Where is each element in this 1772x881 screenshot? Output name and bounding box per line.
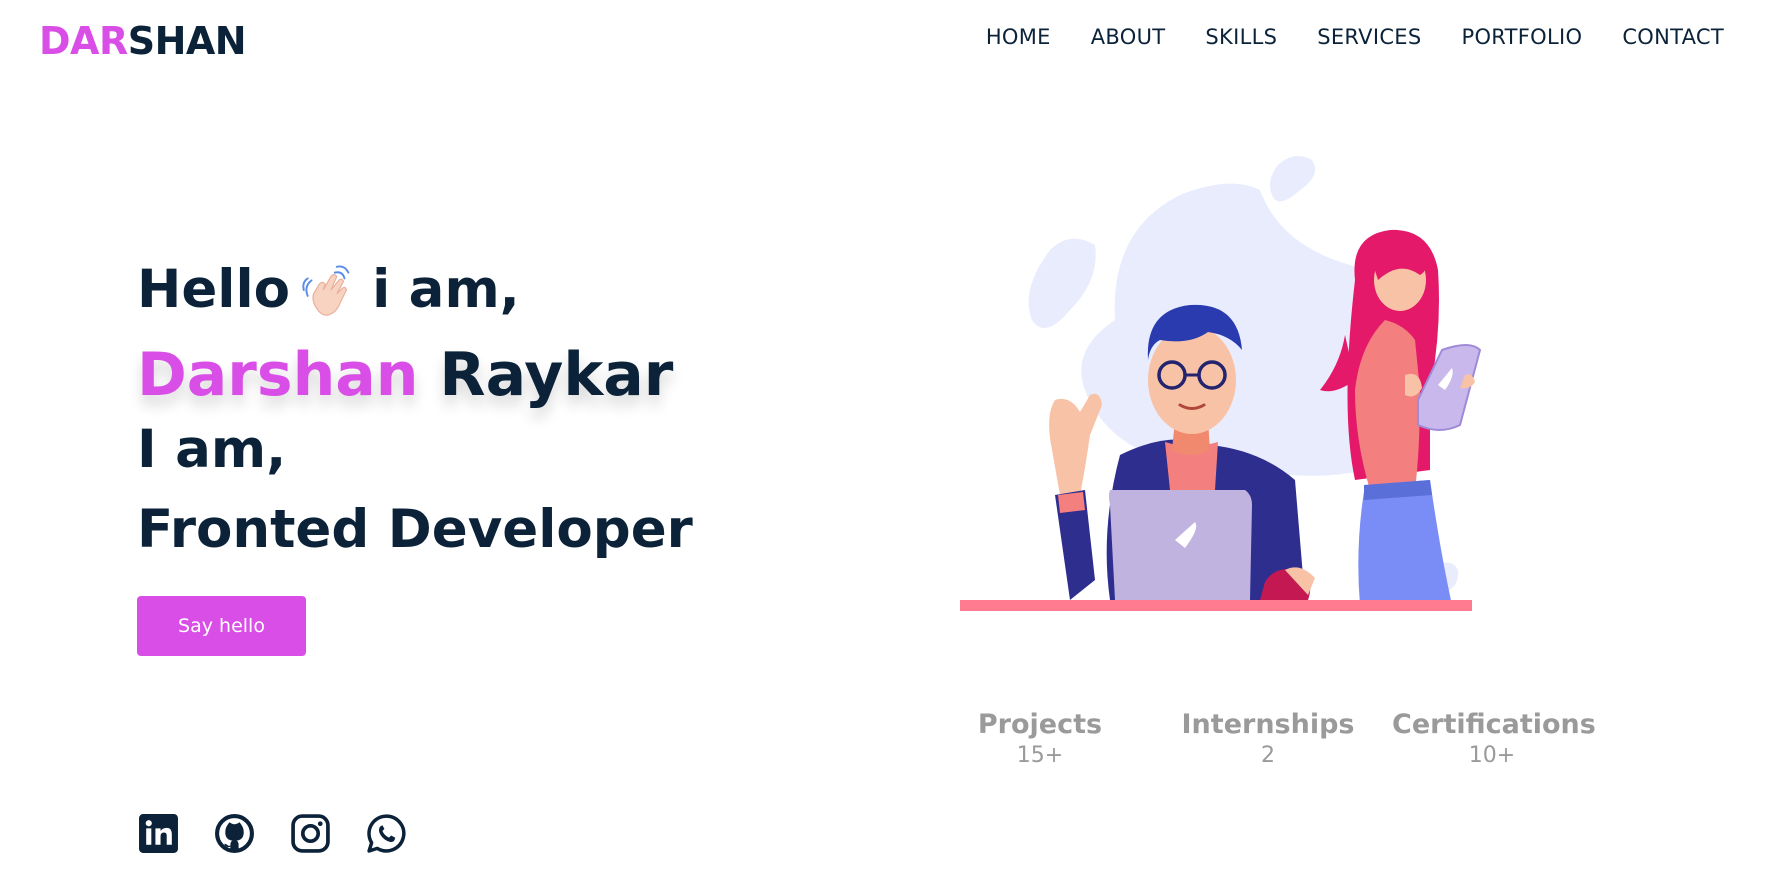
waving-hand-icon [302,265,350,317]
nav-skills[interactable]: SKILLS [1205,22,1277,52]
instagram-icon[interactable] [290,813,331,854]
stat-certifications-label: Certifications [1392,709,1596,740]
desk [960,600,1472,611]
social-links [138,813,407,854]
page: DARSHAN HOME ABOUT SKILLS SERVICES PORTF… [0,0,1772,881]
greeting-iam: i am, [372,259,520,320]
bg-blob-left [1028,238,1096,328]
name-line: Darshan Raykar [137,340,673,410]
stat-projects-value: 15+ [1016,743,1064,768]
greeting-hello: Hello [137,259,291,320]
developers-illustration [960,156,1482,611]
stat-internships-label: Internships [1181,709,1355,740]
main-nav: HOME ABOUT SKILLS SERVICES PORTFOLIO CON… [986,22,1724,52]
first-name: Darshan [137,340,419,410]
whatsapp-icon[interactable] [366,813,407,854]
stat-projects-label: Projects [977,709,1103,740]
role-title: Fronted Developer [137,499,693,560]
last-name: Raykar [418,340,674,410]
stat-projects: Projects 15+ [975,708,1105,770]
stat-certifications: Certifications 10+ [1392,708,1596,770]
stat-internships-value: 2 [1261,743,1275,768]
logo-accent: DAR [39,19,128,63]
linkedin-icon[interactable] [138,813,179,854]
logo-rest: SHAN [127,19,247,63]
github-icon[interactable] [214,813,255,854]
site-logo[interactable]: DARSHAN [39,16,247,66]
iam-line: I am, [137,419,287,480]
greeting-line: Hello i am, [137,260,520,323]
stat-certifications-value: 10+ [1468,743,1516,768]
nav-portfolio[interactable]: PORTFOLIO [1461,22,1582,52]
nav-home[interactable]: HOME [986,22,1051,52]
nav-services[interactable]: SERVICES [1317,22,1421,52]
stat-internships: Internships 2 [1178,708,1358,770]
say-hello-button[interactable]: Say hello [137,596,306,656]
bg-blob-top [1270,156,1316,202]
nav-about[interactable]: ABOUT [1091,22,1166,52]
nav-contact[interactable]: CONTACT [1622,22,1724,52]
